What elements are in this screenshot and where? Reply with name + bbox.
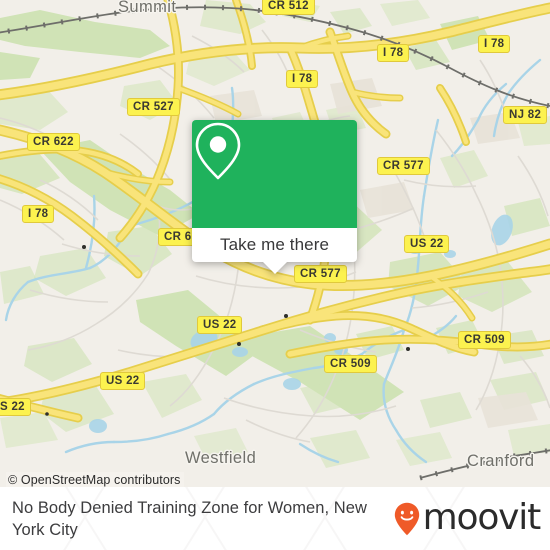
callout-pointer — [261, 261, 288, 274]
highway-shield: NJ 82 — [503, 106, 548, 124]
highway-shield: CR 622 — [27, 133, 80, 151]
place-label: Westfield — [185, 449, 257, 467]
highway-shield: CR 509 — [324, 355, 377, 373]
callout-icon-panel — [192, 120, 357, 228]
map-canvas[interactable]: Summit Westfield Cranford CR 512 I 78 I … — [0, 0, 550, 487]
highway-shield: I 78 — [478, 35, 511, 53]
highway-shield: I 78 — [286, 70, 319, 88]
highway-shield: I 78 — [377, 44, 410, 62]
highway-shield: I 78 — [22, 205, 55, 223]
highway-shield: US 22 — [404, 235, 450, 253]
callout-action-panel[interactable]: Take me there — [192, 228, 357, 274]
highway-shield: US 22 — [197, 316, 243, 334]
highway-shield: CR 577 — [377, 157, 430, 175]
map-screenshot: Summit Westfield Cranford CR 512 I 78 I … — [0, 0, 550, 550]
place-label: Cranford — [467, 452, 535, 470]
moovit-smiley-pin-icon — [394, 502, 419, 535]
highway-shield: CR 509 — [458, 331, 511, 349]
highway-shield: CR 527 — [127, 98, 180, 116]
map-pin-icon — [195, 122, 241, 180]
highway-shield: S 22 — [0, 398, 31, 416]
take-me-there-label: Take me there — [219, 235, 330, 254]
place-title: No Body Denied Training Zone for Women, … — [12, 498, 367, 539]
place-label: Summit — [118, 0, 177, 16]
moovit-brand[interactable]: moovit — [394, 496, 550, 538]
highway-shield: US 22 — [100, 372, 146, 390]
highway-shield: CR 512 — [262, 0, 315, 15]
footer-bar: No Body Denied Training Zone for Women, … — [0, 487, 550, 550]
location-callout-card[interactable]: Take me there — [192, 120, 357, 274]
highway-shield: CR 577 — [294, 265, 347, 283]
moovit-wordmark: moovit — [422, 496, 542, 538]
osm-attribution: © OpenStreetMap contributors — [6, 472, 184, 487]
